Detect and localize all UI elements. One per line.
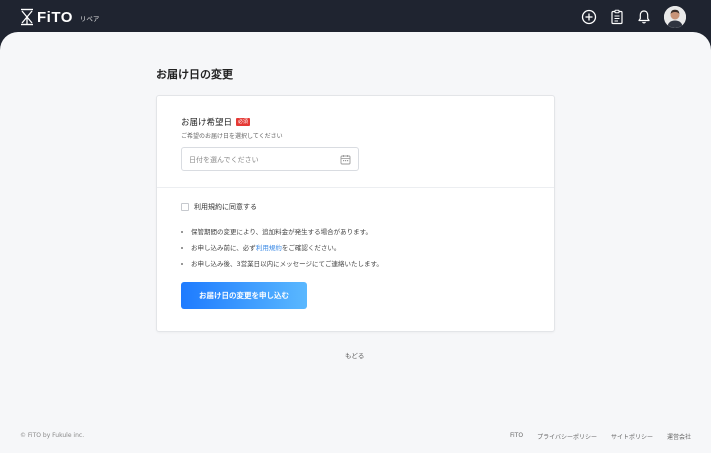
note-text: お申し込み後、3営業日以内にメッセージにてご連絡いたします。 xyxy=(191,260,383,268)
note-text-pre: お申し込み前に、必ず xyxy=(191,244,256,252)
bell-icon[interactable] xyxy=(635,8,653,26)
logo-subtitle: リペア xyxy=(79,15,100,23)
fito-logo-icon xyxy=(21,8,33,26)
logo[interactable]: FiTO リペア xyxy=(20,8,99,26)
delivery-date-form-card: お届け希望日 必須 ご希望のお届け日を選択してください 利用規約に同意する 保管… xyxy=(156,95,555,332)
submit-date-change-button[interactable]: お届け日の変更を申し込む xyxy=(181,282,307,309)
bullet-icon xyxy=(181,231,183,233)
back-link[interactable]: もどる xyxy=(345,350,364,360)
avatar[interactable] xyxy=(664,6,686,28)
note-text: 保管期間の変更により、追加料金が発生する場合があります。 xyxy=(191,228,372,236)
plus-circle-icon[interactable] xyxy=(580,8,598,26)
calendar-icon[interactable] xyxy=(340,154,351,165)
footer-links: FiTO プライバシーポリシー サイトポリシー 運営会社 xyxy=(510,432,691,441)
note-text-post: をご確認ください。 xyxy=(281,244,341,252)
logo-text: FiTO xyxy=(37,8,73,26)
delivery-date-label: お届け希望日 必須 xyxy=(181,116,251,128)
list-item: お申し込み後、3営業日以内にメッセージにてご連絡いたします。 xyxy=(181,256,383,272)
user-avatar-icon xyxy=(664,6,686,28)
notes-list: 保管期間の変更により、追加料金が発生する場合があります。 お申し込み前に、必ず利… xyxy=(181,224,383,272)
delivery-date-label-text: お届け希望日 xyxy=(181,118,233,128)
copyright: © FiTO by Fukule inc. xyxy=(20,432,85,439)
delivery-date-help-text: ご希望のお届け日を選択してください xyxy=(181,133,283,140)
page-title: お届け日の変更 xyxy=(156,68,233,81)
terms-checkbox-label: 利用規約に同意する xyxy=(194,203,257,211)
date-picker-field[interactable] xyxy=(181,147,359,171)
footer-link-site-policy[interactable]: サイトポリシー xyxy=(611,432,653,441)
footer-link-fito[interactable]: FiTO xyxy=(510,432,523,441)
clipboard-icon[interactable] xyxy=(608,8,626,26)
section-divider xyxy=(157,187,554,188)
terms-link[interactable]: 利用規約 xyxy=(256,242,282,254)
top-navbar: FiTO リペア xyxy=(0,0,711,34)
required-badge: 必須 xyxy=(236,118,251,126)
terms-agreement[interactable]: 利用規約に同意する xyxy=(181,202,257,212)
footer-link-company[interactable]: 運営会社 xyxy=(667,432,691,441)
terms-checkbox[interactable] xyxy=(181,203,189,211)
list-item: お申し込み前に、必ず 利用規約 をご確認ください。 xyxy=(181,240,383,256)
date-input[interactable] xyxy=(189,153,339,166)
bullet-icon xyxy=(181,247,183,249)
bullet-icon xyxy=(181,263,183,265)
footer-link-privacy-policy[interactable]: プライバシーポリシー xyxy=(537,432,597,441)
list-item: 保管期間の変更により、追加料金が発生する場合があります。 xyxy=(181,224,383,240)
